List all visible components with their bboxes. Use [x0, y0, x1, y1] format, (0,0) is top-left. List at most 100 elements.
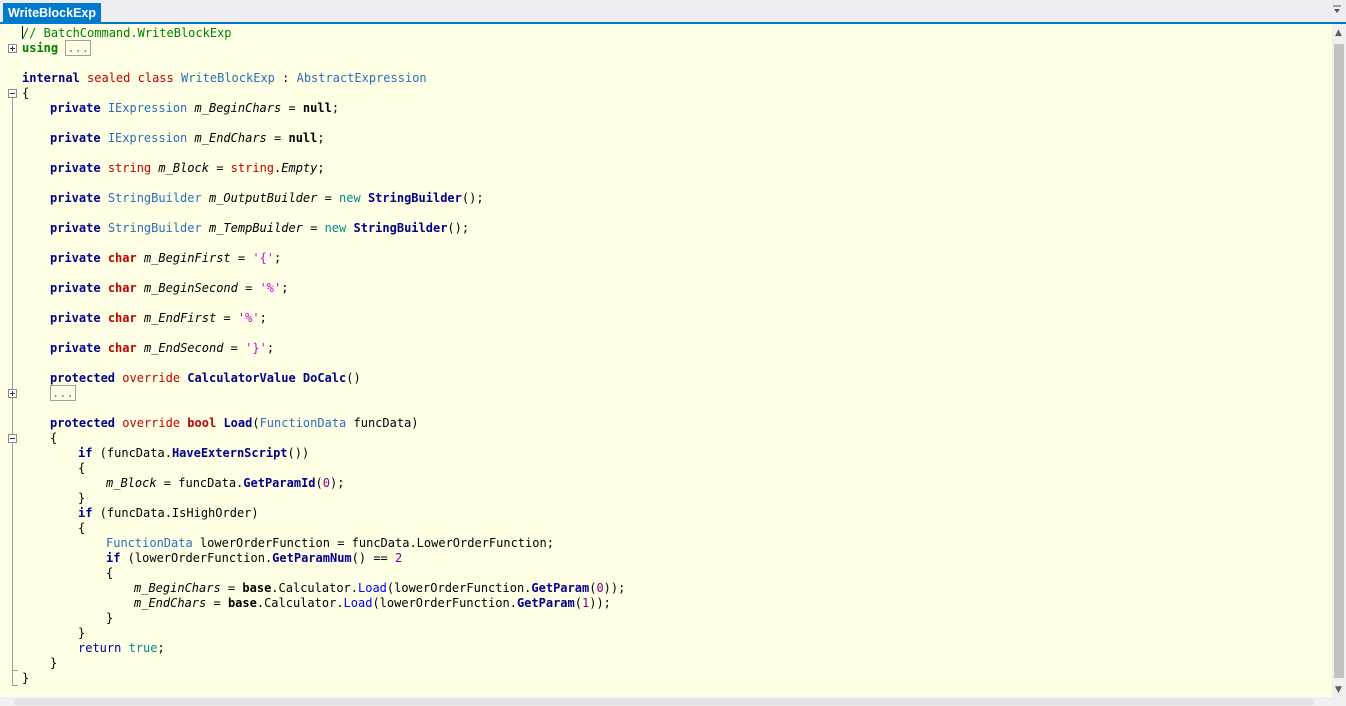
code-token: FunctionData [106, 536, 193, 550]
code-line: { [22, 86, 29, 101]
code-token: char [107, 251, 137, 265]
code-token: private [50, 221, 101, 235]
chevron-down-icon[interactable] [1332, 5, 1342, 15]
code-line: } [78, 491, 85, 506]
code-token: } [22, 671, 30, 685]
code-token: if [78, 446, 93, 460]
code-token: ; [281, 281, 289, 295]
code-token: private [50, 251, 101, 265]
code-token: () [346, 371, 361, 385]
code-token: using [22, 41, 59, 55]
code-line: ... [50, 385, 76, 401]
collapsed-region-ellipsis[interactable]: ... [50, 385, 76, 401]
code-token: (lowerOrderFunction. [372, 596, 517, 610]
code-token: m_TempBuilder [208, 221, 303, 235]
code-token: FunctionData [259, 416, 347, 430]
code-token: internal [22, 71, 80, 85]
chevron-up-icon[interactable]: ▲ [1335, 29, 1343, 38]
code-token: = [208, 161, 231, 175]
code-token: ; [157, 641, 165, 655]
code-token: ( [252, 416, 260, 430]
code-line: using ... [22, 40, 92, 56]
code-token: Load [343, 596, 373, 610]
code-line: { [50, 431, 57, 446]
code-line: } [50, 656, 57, 671]
code-token: (funcData.IsHighOrder) [92, 506, 259, 520]
horizontal-scroll-thumb[interactable] [14, 699, 1314, 705]
code-token: char [107, 311, 137, 325]
code-token: '}' [245, 341, 267, 355]
code-editor[interactable]: // BatchCommand.WriteBlockExp using ... … [0, 24, 1332, 697]
code-token: = [281, 101, 303, 115]
code-token: m_EndChars [134, 596, 207, 610]
horizontal-scrollbar[interactable] [0, 697, 1346, 706]
code-token: IExpression [107, 131, 188, 145]
code-token: { [78, 521, 86, 535]
code-token: ; [317, 161, 325, 175]
code-token: m_BeginChars [134, 581, 221, 595]
code-token: Empty [281, 161, 318, 175]
fold-end-mark [12, 670, 18, 671]
code-token: IExpression [107, 101, 188, 115]
code-token: ; [259, 311, 267, 325]
code-token: = [266, 131, 289, 145]
code-token: { [106, 566, 114, 580]
minus-box-icon[interactable] [8, 434, 17, 443]
code-token: WriteBlockExp [180, 71, 275, 85]
code-token: Load [223, 416, 253, 430]
code-token: m_EndChars [194, 131, 267, 145]
code-token: (lowerOrderFunction. [120, 551, 273, 565]
vertical-scrollbar[interactable]: ▲ ▼ [1332, 24, 1346, 697]
code-token: private [50, 131, 101, 145]
code-token: lowerOrderFunction = funcData.LowerOrder… [192, 536, 554, 550]
code-line: { [78, 461, 85, 476]
plus-box-icon[interactable] [8, 389, 17, 398]
code-line: protected override CalculatorValue DoCal… [50, 371, 361, 386]
code-token: base [242, 581, 272, 595]
code-token: m_EndSecond [143, 341, 224, 355]
code-token: base [227, 596, 257, 610]
code-token: new [324, 221, 347, 235]
code-line: { [106, 566, 113, 581]
code-token: = [237, 281, 260, 295]
code-line: m_EndChars = base.Calculator.Load(lowerO… [134, 596, 611, 611]
code-token: = funcData. [156, 476, 244, 490]
code-token: = [223, 341, 246, 355]
code-token: null [302, 101, 332, 115]
code-token: m_Block [158, 161, 209, 175]
code-token: ; [266, 341, 275, 355]
code-token: m_BeginSecond [143, 281, 238, 295]
code-line: } [22, 671, 29, 686]
code-token: = [317, 191, 340, 205]
code-line: } [106, 611, 113, 626]
code-token: () == [351, 551, 396, 565]
code-token: true [128, 641, 158, 655]
code-token: HaveExternScript [171, 446, 288, 460]
code-token: { [22, 86, 30, 100]
code-line: } [78, 626, 85, 641]
code-token: (); [447, 221, 470, 235]
code-line: private string m_Block = string.Empty; [50, 161, 325, 176]
code-token: override [122, 371, 181, 385]
code-token: } [106, 611, 114, 625]
chevron-down-icon[interactable]: ▼ [1335, 686, 1343, 695]
code-token: ()) [287, 446, 310, 460]
code-line: m_BeginChars = base.Calculator.Load(lowe… [134, 581, 625, 596]
code-line: private IExpression m_BeginChars = null; [50, 101, 339, 116]
code-token: 0 [322, 476, 330, 490]
code-token: m_BeginFirst [143, 251, 231, 265]
code-token: private [50, 191, 101, 205]
code-token: char [107, 341, 137, 355]
code-token: char [107, 281, 137, 295]
code-token: : [274, 71, 297, 85]
minus-box-icon[interactable] [8, 89, 17, 98]
code-token: } [78, 491, 86, 505]
collapsed-region-ellipsis[interactable]: ... [65, 40, 92, 56]
vertical-scroll-thumb[interactable] [1334, 44, 1344, 678]
code-token: '%' [237, 311, 260, 325]
tab-writeblockexp[interactable]: WriteBlockExp [3, 3, 101, 24]
code-token: StringBuilder [367, 191, 462, 205]
code-token: private [50, 101, 101, 115]
code-token: if [78, 506, 93, 520]
plus-box-icon[interactable] [8, 44, 17, 53]
